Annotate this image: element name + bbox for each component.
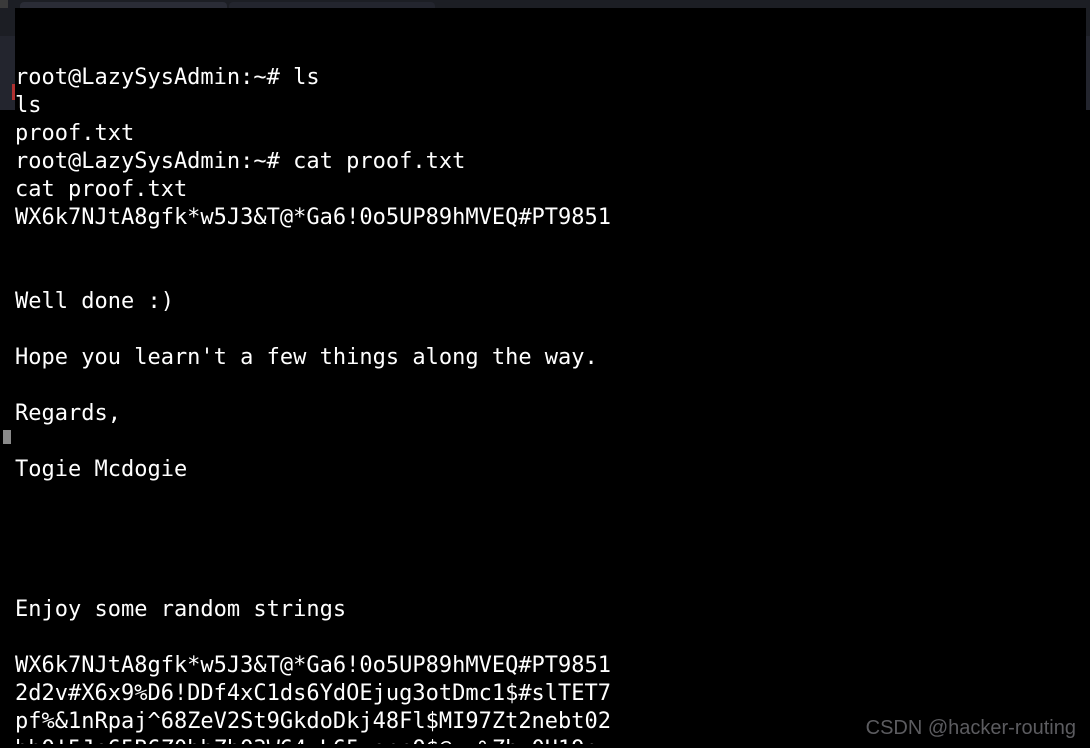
terminal-line	[15, 624, 1086, 652]
terminal-window[interactable]: root@LazySysAdmin:~# lslsproof.txtroot@L…	[15, 8, 1086, 744]
terminal-line	[15, 568, 1086, 596]
terminal-line: cat proof.txt	[15, 176, 1086, 204]
terminal-line	[15, 512, 1086, 540]
terminal-line: WX6k7NJtA8gfk*w5J3&T@*Ga6!0o5UP89hMVEQ#P…	[15, 652, 1086, 680]
terminal-line: root@LazySysAdmin:~# ls	[15, 64, 1086, 92]
terminal-line	[15, 484, 1086, 512]
terminal-line: Hope you learn't a few things along the …	[15, 344, 1086, 372]
terminal-top-strip	[0, 0, 8, 8]
terminal-line	[15, 428, 1086, 456]
terminal-line	[15, 232, 1086, 260]
terminal-line	[15, 540, 1086, 568]
terminal-output: root@LazySysAdmin:~# lslsproof.txtroot@L…	[15, 64, 1086, 744]
terminal-line: Regards,	[15, 400, 1086, 428]
terminal-line: ls	[15, 92, 1086, 120]
terminal-line	[15, 316, 1086, 344]
terminal-line: WX6k7NJtA8gfk*w5J3&T@*Ga6!0o5UP89hMVEQ#P…	[15, 204, 1086, 232]
terminal-line: Togie Mcdogie	[15, 456, 1086, 484]
side-guide	[3, 430, 11, 444]
terminal-line: root@LazySysAdmin:~# cat proof.txt	[15, 148, 1086, 176]
terminal-line	[15, 372, 1086, 400]
watermark: CSDN @hacker-routing	[866, 717, 1076, 740]
terminal-line: 2d2v#X6x9%D6!DDf4xC1ds6YdOEjug3otDmc1$#s…	[15, 680, 1086, 708]
terminal-line	[15, 260, 1086, 288]
terminal-line: proof.txt	[15, 120, 1086, 148]
terminal-line: Well done :)	[15, 288, 1086, 316]
terminal-line: Enjoy some random strings	[15, 596, 1086, 624]
